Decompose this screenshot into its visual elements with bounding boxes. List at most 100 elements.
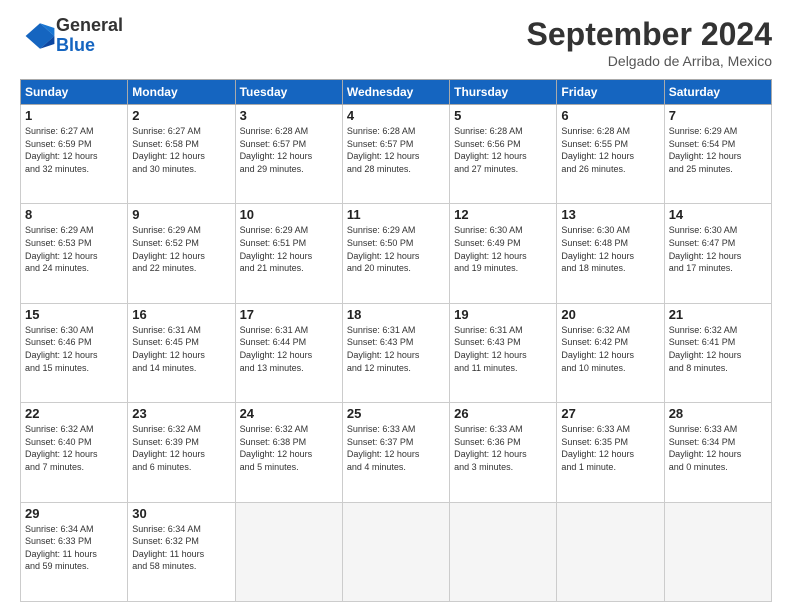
day-cell: 13 Sunrise: 6:30 AM Sunset: 6:48 PM Dayli… — [557, 204, 664, 303]
day-number: 9 — [132, 207, 230, 222]
day-info: Sunrise: 6:33 AM Sunset: 6:34 PM Dayligh… — [669, 423, 767, 473]
day-number: 10 — [240, 207, 338, 222]
calendar-header: SundayMondayTuesdayWednesdayThursdayFrid… — [21, 80, 772, 105]
day-info: Sunrise: 6:34 AM Sunset: 6:33 PM Dayligh… — [25, 523, 123, 573]
day-of-week-friday: Friday — [557, 80, 664, 105]
day-info: Sunrise: 6:29 AM Sunset: 6:53 PM Dayligh… — [25, 224, 123, 274]
day-cell: 24 Sunrise: 6:32 AM Sunset: 6:38 PM Dayli… — [235, 403, 342, 502]
day-info: Sunrise: 6:28 AM Sunset: 6:56 PM Dayligh… — [454, 125, 552, 175]
day-info: Sunrise: 6:31 AM Sunset: 6:43 PM Dayligh… — [347, 324, 445, 374]
day-number: 22 — [25, 406, 123, 421]
week-row-2: 8 Sunrise: 6:29 AM Sunset: 6:53 PM Daylig… — [21, 204, 772, 303]
day-number: 12 — [454, 207, 552, 222]
day-cell: 22 Sunrise: 6:32 AM Sunset: 6:40 PM Dayli… — [21, 403, 128, 502]
week-row-3: 15 Sunrise: 6:30 AM Sunset: 6:46 PM Dayli… — [21, 303, 772, 402]
week-row-1: 1 Sunrise: 6:27 AM Sunset: 6:59 PM Daylig… — [21, 105, 772, 204]
day-cell: 18 Sunrise: 6:31 AM Sunset: 6:43 PM Dayli… — [342, 303, 449, 402]
day-info: Sunrise: 6:32 AM Sunset: 6:40 PM Dayligh… — [25, 423, 123, 473]
day-cell: 17 Sunrise: 6:31 AM Sunset: 6:44 PM Dayli… — [235, 303, 342, 402]
day-number: 4 — [347, 108, 445, 123]
day-cell — [557, 502, 664, 601]
day-info: Sunrise: 6:29 AM Sunset: 6:54 PM Dayligh… — [669, 125, 767, 175]
title-block: September 2024 Delgado de Arriba, Mexico — [527, 16, 772, 69]
day-number: 24 — [240, 406, 338, 421]
day-cell: 26 Sunrise: 6:33 AM Sunset: 6:36 PM Dayli… — [450, 403, 557, 502]
day-number: 2 — [132, 108, 230, 123]
day-of-week-wednesday: Wednesday — [342, 80, 449, 105]
day-cell: 6 Sunrise: 6:28 AM Sunset: 6:55 PM Daylig… — [557, 105, 664, 204]
day-cell: 28Sunrise: 6:33 AM Sunset: 6:34 PM Dayli… — [664, 403, 771, 502]
day-cell: 11 Sunrise: 6:29 AM Sunset: 6:50 PM Dayli… — [342, 204, 449, 303]
day-number: 7 — [669, 108, 767, 123]
calendar-body: 1 Sunrise: 6:27 AM Sunset: 6:59 PM Daylig… — [21, 105, 772, 602]
day-number: 18 — [347, 307, 445, 322]
day-number: 27 — [561, 406, 659, 421]
day-cell: 8 Sunrise: 6:29 AM Sunset: 6:53 PM Daylig… — [21, 204, 128, 303]
day-cell: 14 Sunrise: 6:30 AM Sunset: 6:47 PM Dayli… — [664, 204, 771, 303]
day-number: 13 — [561, 207, 659, 222]
day-number: 11 — [347, 207, 445, 222]
day-info: Sunrise: 6:29 AM Sunset: 6:51 PM Dayligh… — [240, 224, 338, 274]
day-number: 1 — [25, 108, 123, 123]
day-cell — [235, 502, 342, 601]
day-cell: 27 Sunrise: 6:33 AM Sunset: 6:35 PM Dayli… — [557, 403, 664, 502]
day-info: Sunrise: 6:30 AM Sunset: 6:48 PM Dayligh… — [561, 224, 659, 274]
day-cell: 12 Sunrise: 6:30 AM Sunset: 6:49 PM Dayli… — [450, 204, 557, 303]
day-info: Sunrise: 6:29 AM Sunset: 6:50 PM Dayligh… — [347, 224, 445, 274]
day-number: 21 — [669, 307, 767, 322]
day-info: Sunrise: 6:29 AM Sunset: 6:52 PM Dayligh… — [132, 224, 230, 274]
day-info: Sunrise: 6:33 AM Sunset: 6:36 PM Dayligh… — [454, 423, 552, 473]
day-info: Sunrise: 6:33 AM Sunset: 6:37 PM Dayligh… — [347, 423, 445, 473]
day-of-week-monday: Monday — [128, 80, 235, 105]
day-info: Sunrise: 6:28 AM Sunset: 6:55 PM Dayligh… — [561, 125, 659, 175]
day-cell — [664, 502, 771, 601]
day-of-week-saturday: Saturday — [664, 80, 771, 105]
day-of-week-tuesday: Tuesday — [235, 80, 342, 105]
logo-text: General Blue — [56, 16, 123, 56]
week-row-4: 22 Sunrise: 6:32 AM Sunset: 6:40 PM Dayli… — [21, 403, 772, 502]
day-number: 29 — [25, 506, 123, 521]
logo: General Blue — [20, 16, 123, 56]
logo-general-text: General — [56, 16, 123, 36]
day-number: 3 — [240, 108, 338, 123]
day-cell: 1 Sunrise: 6:27 AM Sunset: 6:59 PM Daylig… — [21, 105, 128, 204]
day-number: 23 — [132, 406, 230, 421]
header: General Blue September 2024 Delgado de A… — [20, 16, 772, 69]
page: General Blue September 2024 Delgado de A… — [0, 0, 792, 612]
day-number: 25 — [347, 406, 445, 421]
day-number: 14 — [669, 207, 767, 222]
day-cell: 16 Sunrise: 6:31 AM Sunset: 6:45 PM Dayli… — [128, 303, 235, 402]
day-cell: 23Sunrise: 6:32 AM Sunset: 6:39 PM Dayli… — [128, 403, 235, 502]
day-cell — [450, 502, 557, 601]
month-title: September 2024 — [527, 16, 772, 53]
day-of-week-thursday: Thursday — [450, 80, 557, 105]
day-cell: 2Sunrise: 6:27 AM Sunset: 6:58 PM Daylig… — [128, 105, 235, 204]
day-number: 5 — [454, 108, 552, 123]
day-info: Sunrise: 6:32 AM Sunset: 6:41 PM Dayligh… — [669, 324, 767, 374]
day-cell: 30Sunrise: 6:34 AM Sunset: 6:32 PM Dayli… — [128, 502, 235, 601]
day-info: Sunrise: 6:31 AM Sunset: 6:45 PM Dayligh… — [132, 324, 230, 374]
day-number: 26 — [454, 406, 552, 421]
day-number: 15 — [25, 307, 123, 322]
day-cell: 5 Sunrise: 6:28 AM Sunset: 6:56 PM Daylig… — [450, 105, 557, 204]
day-info: Sunrise: 6:30 AM Sunset: 6:47 PM Dayligh… — [669, 224, 767, 274]
day-number: 17 — [240, 307, 338, 322]
day-cell: 9 Sunrise: 6:29 AM Sunset: 6:52 PM Daylig… — [128, 204, 235, 303]
day-number: 19 — [454, 307, 552, 322]
day-cell: 7 Sunrise: 6:29 AM Sunset: 6:54 PM Daylig… — [664, 105, 771, 204]
day-info: Sunrise: 6:32 AM Sunset: 6:42 PM Dayligh… — [561, 324, 659, 374]
day-info: Sunrise: 6:33 AM Sunset: 6:35 PM Dayligh… — [561, 423, 659, 473]
day-info: Sunrise: 6:27 AM Sunset: 6:59 PM Dayligh… — [25, 125, 123, 175]
day-number: 16 — [132, 307, 230, 322]
day-info: Sunrise: 6:30 AM Sunset: 6:49 PM Dayligh… — [454, 224, 552, 274]
day-number: 20 — [561, 307, 659, 322]
day-info: Sunrise: 6:31 AM Sunset: 6:44 PM Dayligh… — [240, 324, 338, 374]
day-info: Sunrise: 6:32 AM Sunset: 6:38 PM Dayligh… — [240, 423, 338, 473]
header-row: SundayMondayTuesdayWednesdayThursdayFrid… — [21, 80, 772, 105]
day-info: Sunrise: 6:30 AM Sunset: 6:46 PM Dayligh… — [25, 324, 123, 374]
day-number: 6 — [561, 108, 659, 123]
day-info: Sunrise: 6:34 AM Sunset: 6:32 PM Dayligh… — [132, 523, 230, 573]
week-row-5: 29 Sunrise: 6:34 AM Sunset: 6:33 PM Dayli… — [21, 502, 772, 601]
day-cell: 21 Sunrise: 6:32 AM Sunset: 6:41 PM Dayli… — [664, 303, 771, 402]
day-number: 8 — [25, 207, 123, 222]
